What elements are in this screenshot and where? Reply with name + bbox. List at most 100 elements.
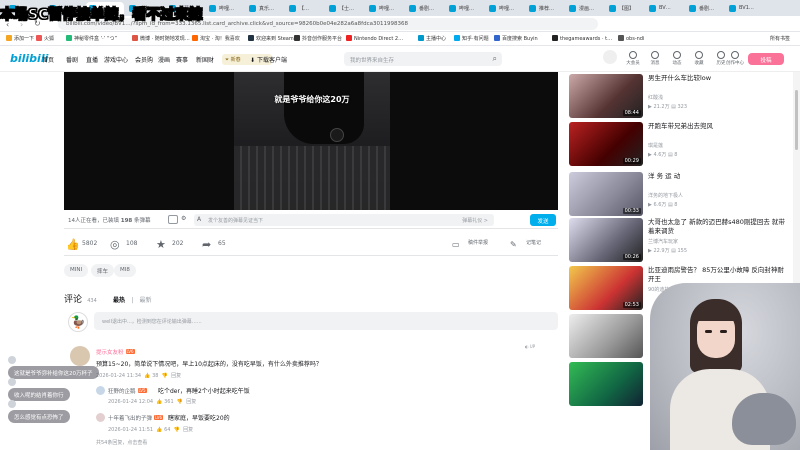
reply-username[interactable]: 十年着飞出的子弹 LV6 xyxy=(108,414,164,422)
search-input[interactable]: 我的世界来自生存 ⌕ xyxy=(344,52,502,66)
share-button[interactable]: ➦ 65 xyxy=(202,239,226,250)
danmaku-input[interactable]: A 发个友善的弹幕见证当下 弹幕礼仪 > xyxy=(194,214,494,226)
recommend-uploader[interactable]: 兰博汽车玩家 xyxy=(648,238,678,245)
bookmark-item[interactable]: 微博 · 随时随地发现… xyxy=(132,35,190,42)
nav-link[interactable]: 游戏中心 xyxy=(104,55,128,64)
recommend-card[interactable]: 00:33 洋 务 运 动洋务的地下极人 ▶ 6.6万 ▤ 8 xyxy=(569,172,791,222)
recommend-thumbnail[interactable]: 00:29 xyxy=(569,122,643,166)
browser-tab[interactable]: 哔哩… xyxy=(446,2,484,15)
nav-link[interactable]: 漫画 xyxy=(158,55,170,64)
recommend-thumbnail[interactable] xyxy=(569,362,643,406)
thumb-icon[interactable]: 👍 xyxy=(156,399,162,405)
browser-tab[interactable]: 漫画… xyxy=(566,2,604,15)
bookmark-item[interactable]: thegameawards · t… xyxy=(552,35,612,42)
browser-tab[interactable]: 【图】 xyxy=(606,2,644,15)
recommend-uploader[interactable]: 琪是莲 xyxy=(648,142,663,149)
header-message-button[interactable]: 消息 xyxy=(646,51,664,66)
browser-tab[interactable]: 哔哩… xyxy=(206,2,244,15)
recommend-thumbnail[interactable] xyxy=(569,314,643,358)
browser-tab[interactable]: 哔哩… xyxy=(486,2,524,15)
nav-link[interactable]: 会员购 xyxy=(135,55,153,64)
header-vip-button[interactable]: 大会员 xyxy=(624,51,642,66)
bookmark-item[interactable]: 百度搜索 Buyin xyxy=(494,35,538,42)
bookmark-item[interactable]: 添加一下 xyxy=(6,35,34,42)
video-player[interactable]: 就是爷爷给你这20万 xyxy=(64,72,558,210)
more-replies-link[interactable]: 共54条回复，点击查看 xyxy=(96,439,147,446)
upload-button[interactable]: 投稿 xyxy=(748,53,784,65)
recommend-title[interactable]: 开跑车带兄弟出去兜风 xyxy=(648,122,788,131)
download-client-link[interactable]: ⬇ 下载客户端 xyxy=(250,55,287,64)
header-dynamic-button[interactable]: 动态 xyxy=(668,51,686,66)
browser-tab[interactable]: 【… xyxy=(286,2,324,15)
reply-link[interactable]: 回复 xyxy=(183,427,193,433)
browser-tab[interactable]: BV1… xyxy=(726,2,764,15)
bookmark-item[interactable]: Nintendo Direct 2… xyxy=(346,35,403,42)
bookmark-item[interactable]: 欢迎来到 Steam xyxy=(248,35,294,42)
browser-tab[interactable]: 真乐… xyxy=(246,2,284,15)
browser-tab[interactable]: 番剧… xyxy=(406,2,444,15)
reply-link[interactable]: 回复 xyxy=(186,399,196,405)
bookmark-item[interactable]: 主播中心 xyxy=(418,35,446,42)
browser-tab[interactable]: 哔哩… xyxy=(366,2,404,15)
reply-username[interactable]: 狂野的企鹅 LV5 xyxy=(108,387,147,395)
danmaku-toggle-icon[interactable] xyxy=(168,215,178,224)
coin-button[interactable]: ◎ 108 xyxy=(110,239,137,250)
tag-crash[interactable]: 摔车 xyxy=(91,264,115,277)
recommend-thumbnail[interactable]: 00:33 xyxy=(569,172,643,216)
report-button[interactable]: ▭ 稿件举报 xyxy=(452,239,488,250)
danmaku-settings-icon[interactable]: ⚙ xyxy=(181,215,186,222)
recommend-uploader[interactable]: 红酸浅 xyxy=(648,94,663,101)
recommend-title[interactable]: 洋 务 运 动 xyxy=(648,172,788,181)
recommend-title[interactable]: 比亚迪雨房警告？ 85万公里小故障 反向封神耐开王 xyxy=(648,266,788,284)
other-bookmarks[interactable]: 所有书签 xyxy=(770,35,790,42)
nav-link[interactable]: 直播 xyxy=(86,55,98,64)
like-button[interactable]: 👍 5802 xyxy=(66,239,97,250)
reply-link[interactable]: 回复 xyxy=(171,373,181,379)
recommend-uploader[interactable]: 洋务的地下极人 xyxy=(648,192,683,199)
bookmark-item[interactable]: obs-ndi xyxy=(618,35,644,42)
thumb-icon[interactable]: 👍 xyxy=(144,373,150,379)
dislike-icon[interactable]: 👎 xyxy=(177,399,183,405)
reply-avatar[interactable] xyxy=(96,386,105,395)
recommend-card[interactable]: 08:44 男生开什么车比较low 红酸浅 ▶ 21.2万 ▤ 323 xyxy=(569,74,791,124)
danmaku-style-icon[interactable]: A xyxy=(197,216,201,223)
bookmark-item[interactable]: 神秘零件盒 ‘·’ “つ” xyxy=(66,35,117,42)
browser-tab[interactable]: 番剧… xyxy=(686,2,724,15)
reply-avatar[interactable] xyxy=(96,413,105,422)
bookmark-item[interactable]: 淘宝 · 淘！我喜欢 xyxy=(192,35,240,42)
note-button[interactable]: ✎ 记笔记 xyxy=(510,239,541,250)
tag-mi8[interactable]: MI8 xyxy=(114,264,136,277)
search-icon[interactable]: ⌕ xyxy=(493,54,497,64)
comment-username[interactable]: 提示女友粉 LV6 xyxy=(96,348,135,356)
recommend-thumbnail[interactable]: 00:26 xyxy=(569,218,643,262)
recommend-thumbnail[interactable]: 08:44 xyxy=(569,74,643,118)
recommend-title[interactable]: 大哥也太急了 新款的迈巴赫s480刚提回去 就带着来调货 xyxy=(648,218,788,236)
favorite-button[interactable]: ★ 202 xyxy=(156,239,183,250)
browser-tab[interactable]: 【士… xyxy=(326,2,364,15)
bookmark-item[interactable]: 抖音创作服务平台 xyxy=(294,35,342,42)
danmaku-send-button[interactable]: 发送 xyxy=(530,214,556,226)
browser-tab[interactable]: BV… xyxy=(646,2,684,15)
danmaku-etiquette-link[interactable]: 弹幕礼仪 > xyxy=(462,217,488,224)
recommend-title[interactable]: 男生开什么车比较low xyxy=(648,74,788,83)
thumb-icon[interactable]: 👍 xyxy=(156,427,162,433)
avatar[interactable] xyxy=(603,50,617,64)
nav-link[interactable]: 新国财 xyxy=(196,55,214,64)
recommend-thumbnail[interactable]: 02:53 xyxy=(569,266,643,310)
comment-input[interactable]: welI退出中...，检测到您在评论输出弹幕…… xyxy=(94,312,558,330)
tag-mini[interactable]: MINI xyxy=(64,264,89,277)
nav-link[interactable]: 赛事 xyxy=(176,55,188,64)
dislike-icon[interactable]: 👎 xyxy=(174,427,180,433)
header-creator-button[interactable]: 创作中心 xyxy=(726,51,744,66)
bookmark-item[interactable]: 知乎·有问题 xyxy=(454,35,489,42)
sort-hot-tab[interactable]: 最热 xyxy=(113,297,125,304)
header-favorite-button[interactable]: 收藏 xyxy=(690,51,708,66)
nav-link[interactable]: 番剧 xyxy=(66,55,78,64)
sort-new-tab[interactable]: 最新 xyxy=(140,297,152,304)
comment-avatar[interactable] xyxy=(70,346,90,366)
nav-link[interactable]: 首页 xyxy=(42,55,54,64)
recommend-card[interactable]: 00:29 开跑车带兄弟出去兜风 琪是莲 ▶ 4.6万 ▤ 8 xyxy=(569,122,791,172)
bookmark-item[interactable]: 火狐 xyxy=(36,35,54,42)
page-scrollbar-thumb[interactable] xyxy=(795,90,798,150)
browser-tab[interactable]: 推荐… xyxy=(526,2,564,15)
